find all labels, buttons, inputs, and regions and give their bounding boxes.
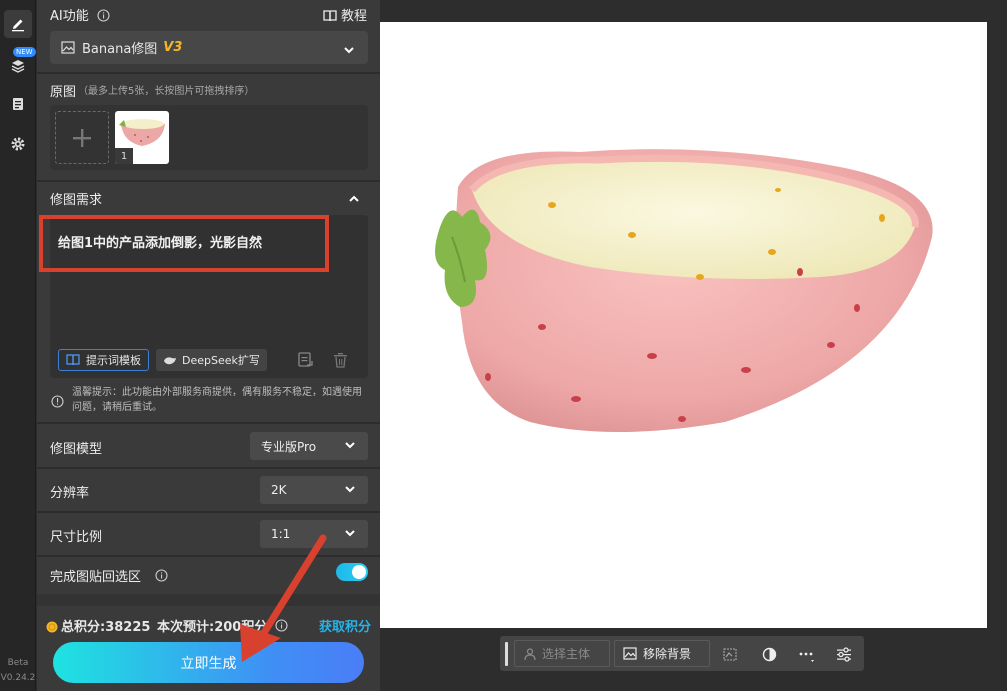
beta-label: Beta [7, 658, 29, 668]
prompt-textarea[interactable]: 给图1中的产品添加倒影，光影自然 提示词模板 DeepSeek扩写 [50, 215, 368, 378]
ratio-select[interactable]: 1:1 [260, 520, 368, 548]
remove-background-button[interactable]: 移除背景 [614, 640, 710, 667]
deepseek-label: DeepSeek扩写 [182, 354, 260, 367]
contrast-icon[interactable] [759, 644, 779, 664]
prompt-template-label: 提示词模板 [86, 354, 141, 367]
divider [37, 422, 380, 424]
total-points: 总积分:38225 [61, 620, 151, 635]
toggle-knob [352, 565, 366, 579]
thumbnail-index: 1 [115, 148, 133, 164]
panel-header: AI功能 教程 [37, 5, 380, 25]
image-canvas[interactable] [380, 22, 987, 628]
requirement-header[interactable]: 修图需求 [37, 187, 380, 209]
select-subject-label: 选择主体 [542, 647, 591, 661]
trash-icon[interactable] [333, 352, 348, 372]
prompt-text: 给图1中的产品添加倒影，光影自然 [58, 236, 263, 251]
deepseek-expand-button[interactable]: DeepSeek扩写 [156, 349, 267, 371]
edit-model-label: 修图模型 [50, 442, 103, 457]
pen-icon[interactable] [4, 10, 32, 38]
divider [37, 72, 380, 74]
chevron-down-icon [344, 483, 356, 498]
ratio-value: 1:1 [271, 527, 291, 541]
chevron-down-icon [343, 41, 355, 60]
image-icon [623, 647, 637, 660]
ratio-label: 尺寸比例 [50, 530, 103, 545]
person-icon [524, 647, 536, 660]
model-dropdown[interactable]: Banana修图 V3 [50, 31, 368, 64]
divider [37, 594, 380, 606]
estimated-points: 本次预计:200积分 [157, 620, 268, 635]
paste-back-label: 完成图贴回选区 [50, 570, 142, 585]
panel-title: AI功能 [50, 9, 89, 24]
crop-image-icon[interactable] [720, 644, 740, 664]
chevron-up-icon[interactable] [348, 190, 360, 209]
plus-icon [73, 128, 91, 147]
version-label: V0.24.2 [0, 673, 36, 683]
divider [37, 511, 380, 513]
book-icon[interactable] [323, 7, 337, 26]
tool-rail: NEW Beta V0.24.2 [0, 0, 36, 691]
paste-back-toggle[interactable] [336, 563, 368, 581]
sliders-icon[interactable] [834, 644, 854, 664]
source-label: 原图 [50, 85, 77, 100]
generate-button[interactable]: 立即生成 [53, 642, 364, 683]
select-subject-button[interactable]: 选择主体 [514, 640, 610, 667]
ai-panel: AI功能 教程 Banana修图 V3 原图 （最多上传5张，长按图片可拖拽排序 [37, 0, 380, 691]
add-image-button[interactable] [55, 111, 109, 164]
prompt-template-button[interactable]: 提示词模板 [58, 349, 149, 371]
info-icon[interactable] [275, 617, 288, 636]
chevron-down-icon [344, 439, 356, 454]
remove-background-label: 移除背景 [643, 647, 692, 661]
image-icon [61, 41, 75, 54]
get-points-link[interactable]: 获取积分 [319, 616, 371, 635]
requirement-label: 修图需求 [50, 193, 103, 208]
more-icon[interactable] [796, 644, 816, 664]
strawberry-bowl-image [435, 149, 933, 432]
book-open-icon [66, 354, 80, 366]
image-toolbar: 选择主体 移除背景 [500, 636, 864, 671]
source-header: 原图 （最多上传5张，长按图片可拖拽排序） [37, 80, 380, 100]
edit-model-value: 专业版Pro [261, 439, 317, 454]
source-hint: （最多上传5张，长按图片可拖拽排序） [78, 86, 255, 97]
app-window: NEW Beta V0.24.2 AI功能 教程 Banana修图 V3 原图 … [0, 0, 1007, 691]
gear-icon[interactable] [4, 130, 32, 158]
tutorial-link[interactable]: 教程 [341, 5, 367, 24]
whale-icon [164, 356, 176, 364]
service-warning: 温馨提示：此功能由外部服务商提供，偶有服务不稳定，如遇使用问题，请稍后重试。 [72, 387, 362, 413]
divider [37, 467, 380, 469]
model-name: Banana修图 [82, 42, 158, 57]
layers-icon[interactable] [4, 52, 32, 80]
divider [37, 180, 380, 182]
resolution-label: 分辨率 [50, 486, 90, 501]
generate-label: 立即生成 [180, 655, 237, 672]
source-thumbnail[interactable]: 1 [115, 111, 169, 164]
model-version-badge: V3 [163, 40, 183, 55]
clipboard-icon[interactable] [4, 90, 32, 118]
copy-icon[interactable] [297, 351, 314, 372]
info-icon[interactable] [97, 7, 110, 26]
upload-area: 1 [50, 105, 368, 170]
chevron-down-icon [344, 527, 356, 542]
drag-handle[interactable] [505, 642, 508, 666]
divider [37, 555, 380, 557]
resolution-value: 2K [271, 483, 287, 497]
edit-model-select[interactable]: 专业版Pro [250, 432, 368, 460]
resolution-select[interactable]: 2K [260, 476, 368, 504]
info-icon[interactable] [155, 567, 168, 586]
coin-icon [46, 618, 58, 637]
